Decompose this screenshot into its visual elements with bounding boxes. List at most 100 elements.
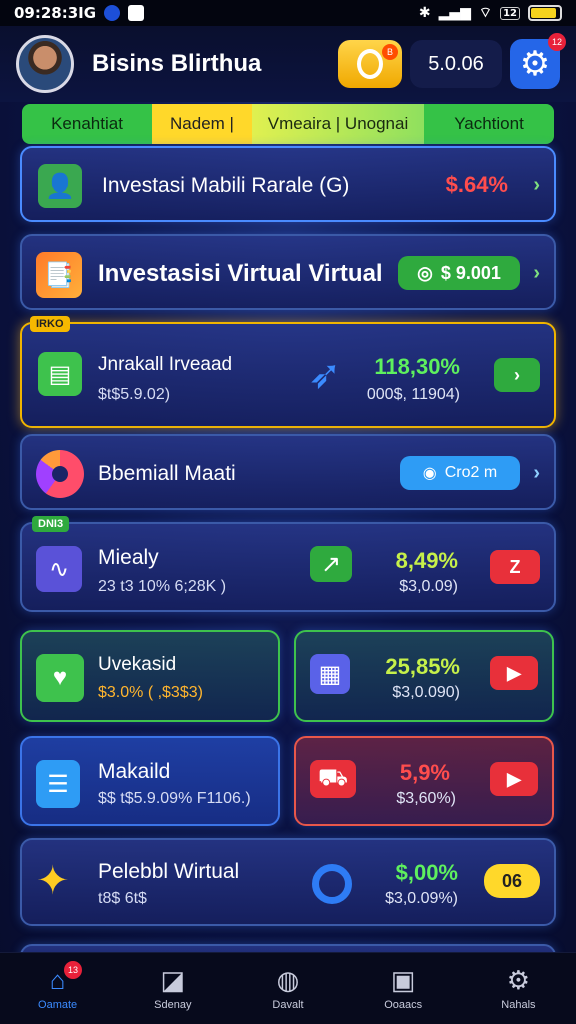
wifi-icon: ⌔ xyxy=(478,5,493,21)
app-notification-icon xyxy=(104,5,121,21)
investment-card-9[interactable]: ⛟ 5,9% $3,60%) ▶ xyxy=(294,736,554,826)
tab-3[interactable]: Vmeaira | Unognai xyxy=(252,104,424,144)
investment-card-2[interactable]: 📑 Investasisi Virtual Virtual ◎ $ 9.001 … xyxy=(20,234,556,310)
card-9-play-button[interactable]: ▶ xyxy=(490,762,538,796)
nav-item-settings[interactable]: ⚙ Nahals xyxy=(461,953,576,1024)
investment-card-3[interactable]: IRKO ▤ Jnrakall Irveaad $t$5.9.02) ➶ 118… xyxy=(20,316,556,428)
notes-icon: ▤ xyxy=(38,352,82,396)
app-header: Bisins Blirthua B 5.0.06 ⚙ 12 xyxy=(0,26,576,102)
battery-icon xyxy=(528,5,562,21)
card-10-pct: $,00% xyxy=(395,860,458,885)
card-8-sub: $$ t$5.9.09% F1106.) xyxy=(98,790,251,807)
chevron-right-icon: › xyxy=(533,462,540,484)
card-3-pct-sub: 000$, 11904) xyxy=(366,386,460,403)
card-4-title: Bbemiall Maati xyxy=(98,462,236,485)
nav-item-home[interactable]: ⌂ Oamate 13 xyxy=(0,953,115,1024)
rocket-icon: ➶ xyxy=(308,353,342,397)
refresh-icon xyxy=(312,864,352,904)
card-3-go-button[interactable]: › xyxy=(494,358,540,392)
signal-icon: ▂▄▆ xyxy=(438,5,471,21)
dial-icon: ◍ xyxy=(276,964,300,995)
nav-item-chart[interactable]: ◪ Sdenay xyxy=(115,953,230,1024)
chevron-right-icon: › xyxy=(533,174,540,196)
investment-card-5[interactable]: DNI3 ∿ Miealy 23 t3 10% 6;28K ) ↗ 8,49% … xyxy=(20,516,556,612)
card-9-pct: 5,9% xyxy=(399,760,450,785)
card-5-pct: 8,49% xyxy=(395,548,458,573)
investment-card-1[interactable]: 👤 Investasi Mabili Rarale (G) $.64% › xyxy=(20,146,556,222)
card-2-title: Investasisi Virtual Virtual xyxy=(98,260,383,287)
status-time: 09:28:3IG xyxy=(14,4,97,22)
category-tabs: Kenahtiat Nadem | Vmeaira | Unognai Yach… xyxy=(22,104,554,144)
chart-board-icon: ∿ xyxy=(36,546,82,592)
card-7-pct-sub: $3,0.090) xyxy=(392,684,460,701)
card-7-play-button[interactable]: ▶ xyxy=(490,656,538,690)
donut-hole xyxy=(52,466,68,482)
username: Bisins Blirthua xyxy=(92,50,262,77)
avatar[interactable] xyxy=(16,35,74,93)
card-3-sub: $t$5.9.02) xyxy=(98,386,171,403)
card-5-action-button[interactable]: Z xyxy=(490,550,540,584)
tab-1[interactable]: Kenahtiat xyxy=(22,104,152,144)
nav-item-clipboard[interactable]: ▣ Ooaacs xyxy=(346,953,461,1024)
card-3-title: Jnrakall Irveaad xyxy=(98,354,233,375)
profile-icon: 👤 xyxy=(38,164,82,208)
nav-label-settings: Nahals xyxy=(501,998,536,1011)
card-5-sub: 23 t3 10% 6;28K ) xyxy=(98,578,227,595)
time-icon: ◉ xyxy=(422,465,437,482)
nav-label-dial: Davalt xyxy=(272,998,304,1011)
nav-item-dial[interactable]: ◍ Davalt xyxy=(230,953,345,1024)
balance-display: 5.0.06 xyxy=(410,40,502,88)
card-10-sub: t8$ 6t$ xyxy=(98,890,147,907)
documents-icon: 📑 xyxy=(36,252,82,298)
card-2-value-label: $ 9.001 xyxy=(440,262,501,283)
investment-card-6[interactable]: ♥ Uvekasid $3.0% ( ,$3$3) xyxy=(20,630,280,722)
card-10-title: Pelebbl Wirtual xyxy=(98,860,240,883)
bluetooth-icon: ✱ xyxy=(418,5,431,21)
card-6-sub: $3.0% ( ,$3$3) xyxy=(98,684,203,701)
clock-icon: ◎ xyxy=(417,262,433,283)
status-bar: 09:28:3IG ✱ ▂▄▆ ⌔ 12 xyxy=(0,0,576,26)
badge-icon: 12 xyxy=(500,6,520,20)
gear-icon: ⚙ xyxy=(519,45,551,83)
chevron-right-icon: › xyxy=(533,262,540,284)
settings-button[interactable]: ⚙ 12 xyxy=(510,33,566,89)
investment-card-8[interactable]: ☰ Makaild $$ t$5.9.09% F1106.) xyxy=(20,736,280,826)
nav-label-chart: Sdenay xyxy=(154,998,192,1011)
card-9-pct-sub: $3,60%) xyxy=(396,790,456,807)
document-icon: ☰ xyxy=(36,760,80,808)
card-4-value-button[interactable]: ◉ Cro2 m xyxy=(400,456,520,490)
nav-label-home: Oamate xyxy=(38,998,78,1011)
card-5-pct-sub: $3,0.09) xyxy=(399,578,458,595)
rocket-puzzle-icon: ✦ xyxy=(36,859,70,903)
tab-4[interactable]: Yachtiont xyxy=(424,104,554,144)
investment-card-10[interactable]: ✦ Pelebbl Wirtual t8$ 6t$ $,00% $3,0.09%… xyxy=(20,838,556,926)
card-4-value-label: Cro2 m xyxy=(444,464,498,481)
card-1-title: Investasi Mabili Rarale (G) xyxy=(102,174,350,197)
card-5-tag: DNI3 xyxy=(32,516,70,532)
settings-badge: 12 xyxy=(548,33,566,51)
clipboard-icon: ▣ xyxy=(390,964,416,995)
app-notification-icon-2 xyxy=(128,5,145,21)
card-5-title: Miealy xyxy=(98,546,159,569)
chart-icon: ◪ xyxy=(160,964,186,995)
card-10-pct-sub: $3,0.09%) xyxy=(385,890,458,907)
investment-card-7[interactable]: ▦ 25,85% $3,0.090) ▶ xyxy=(294,630,554,722)
card-8-title: Makaild xyxy=(98,760,171,783)
card-7-pct: 25,85% xyxy=(385,654,460,679)
nav-label-clipboard: Ooaacs xyxy=(384,998,423,1011)
truck-icon: ⛟ xyxy=(310,760,356,798)
investment-card-4[interactable]: Bbemiall Maati ◉ Cro2 m › xyxy=(20,434,556,510)
heart-shield-icon: ♥ xyxy=(36,654,84,702)
bottom-nav: ⌂ Oamate 13 ◪ Sdenay ◍ Davalt ▣ Ooaacs ⚙… xyxy=(0,952,576,1024)
trend-chart-icon: ↗ xyxy=(310,546,352,582)
card-10-action-button[interactable]: 06 xyxy=(484,864,540,898)
nav-badge: 13 xyxy=(64,961,82,979)
coin-button[interactable]: B xyxy=(338,40,402,88)
gear-icon: ⚙ xyxy=(506,964,531,995)
card-1-value: $.64% xyxy=(445,172,508,197)
card-6-title: Uvekasid xyxy=(98,654,177,675)
coin-badge: B xyxy=(382,44,398,60)
tab-2[interactable]: Nadem | xyxy=(152,104,252,144)
card-2-value-button[interactable]: ◎ $ 9.001 xyxy=(398,256,520,290)
coin-icon xyxy=(357,49,383,79)
